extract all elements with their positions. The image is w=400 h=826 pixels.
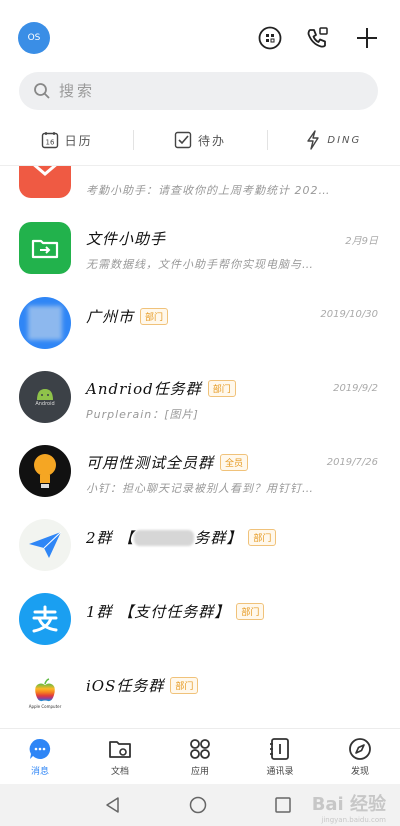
contacts-icon	[270, 738, 289, 760]
ding-shortcut[interactable]: DING	[266, 120, 400, 160]
list-item[interactable]: 1群 【支付任务群】 部门	[0, 591, 400, 667]
conversation-name: iOS任务群 部门	[86, 675, 199, 696]
conversation-time: 2019/7/26	[326, 457, 378, 468]
lightbulb-avatar	[19, 445, 71, 497]
svg-text:16: 16	[45, 139, 54, 147]
app-screen: OS 搜索 16 日历 待办 DING 考勤小助手：请查收你的上周考勤统计 20…	[0, 0, 400, 826]
search-input[interactable]	[59, 82, 339, 100]
list-item[interactable]: 可用性测试全员群 全员 2019/7/26 小钉：担心聊天记录被别人看到？用钉钉…	[0, 443, 400, 519]
message-preview: 无需数据线，文件小助手帮你实现电脑与…	[86, 258, 314, 271]
conversation-name: 2群 【务群】 部门	[86, 527, 277, 548]
calendar-label: 日历	[64, 133, 93, 148]
watermark: Bai 经验 jingyan.baidu.com	[311, 794, 386, 824]
calendar-shortcut[interactable]: 16 日历	[0, 120, 133, 160]
system-navigation-bar: Bai 经验 jingyan.baidu.com	[0, 784, 400, 826]
qr-scan-icon[interactable]	[256, 24, 284, 52]
conversation-list[interactable]: 考勤小助手：请查收你的上周考勤统计 202… 文件小助手 2月9日 无需数据线，…	[0, 166, 400, 728]
list-item[interactable]: 广州市 部门 2019/10/30	[0, 295, 400, 371]
paper-plane-avatar	[19, 519, 71, 571]
tab-discover[interactable]: 发现	[320, 729, 400, 784]
search-icon	[34, 83, 50, 99]
recents-icon[interactable]	[274, 796, 292, 814]
phone-icon[interactable]	[303, 24, 331, 52]
quick-actions-bar: 16 日历 待办 DING	[0, 120, 400, 160]
conversation-name: 1群 【支付任务群】 部门	[86, 601, 265, 622]
conversation-name: 可用性测试全员群 全员	[86, 452, 249, 473]
tab-apps[interactable]: 应用	[160, 729, 240, 784]
tab-contacts[interactable]: 通讯录	[240, 729, 320, 784]
user-avatar[interactable]: OS	[18, 22, 50, 54]
compass-icon	[349, 738, 371, 760]
conversation-name: 广州市 部门	[86, 306, 169, 327]
todo-shortcut[interactable]: 待办	[133, 120, 266, 160]
lightning-icon	[307, 130, 320, 150]
top-header: OS	[0, 20, 400, 60]
department-avatar	[19, 297, 71, 349]
message-preview: 小钉：担心聊天记录被别人看到？用钉钉…	[86, 482, 314, 495]
back-icon[interactable]	[104, 796, 122, 814]
search-bar[interactable]	[19, 72, 378, 110]
plus-icon[interactable]	[353, 24, 381, 52]
alipay-avatar	[19, 593, 71, 645]
tab-documents[interactable]: 文档	[80, 729, 160, 784]
apple-avatar: Apple Computer	[19, 667, 71, 719]
file-assistant-avatar	[19, 222, 71, 274]
department-badge: 部门	[170, 677, 199, 694]
department-badge: 部门	[207, 380, 236, 397]
department-badge: 部门	[248, 529, 277, 546]
conversation-name: 文件小助手	[86, 230, 167, 248]
conversation-name: Andriod任务群 部门	[86, 378, 236, 399]
department-badge: 部门	[236, 603, 265, 620]
list-item[interactable]: 考勤小助手：请查收你的上周考勤统计 202…	[0, 166, 400, 222]
tab-messages[interactable]: 消息	[0, 729, 80, 784]
ding-label: DING	[327, 134, 362, 146]
attendance-avatar	[19, 166, 71, 198]
status-bar	[0, 0, 400, 6]
department-badge: 部门	[140, 308, 169, 325]
todo-label: 待办	[197, 133, 226, 148]
all-staff-badge: 全员	[220, 454, 249, 471]
list-item[interactable]: Android Andriod任务群 部门 2019/9/2 Purplerain…	[0, 369, 400, 445]
home-icon[interactable]	[189, 796, 207, 814]
apps-icon	[190, 739, 210, 759]
calendar-icon: 16	[41, 132, 58, 149]
conversation-time: 2019/9/2	[333, 383, 378, 394]
message-preview: 考勤小助手：请查收你的上周考勤统计 202…	[86, 184, 331, 197]
checkbox-icon	[174, 131, 192, 149]
conversation-time: 2019/10/30	[320, 309, 378, 320]
folder-icon	[109, 741, 131, 758]
bottom-navigation: 消息 文档 应用 通讯录 发现	[0, 728, 400, 784]
list-item[interactable]: Apple Computer iOS任务群 部门	[0, 665, 400, 728]
list-item[interactable]: 文件小助手 2月9日 无需数据线，文件小助手帮你实现电脑与…	[0, 218, 400, 294]
message-preview: Purplerain：[图片]	[86, 408, 199, 421]
blurred-text	[134, 530, 195, 546]
android-avatar: Android	[19, 371, 71, 423]
list-item[interactable]: 2群 【务群】 部门	[0, 517, 400, 593]
chat-icon	[29, 738, 51, 759]
conversation-time: 2月9日	[345, 236, 378, 247]
